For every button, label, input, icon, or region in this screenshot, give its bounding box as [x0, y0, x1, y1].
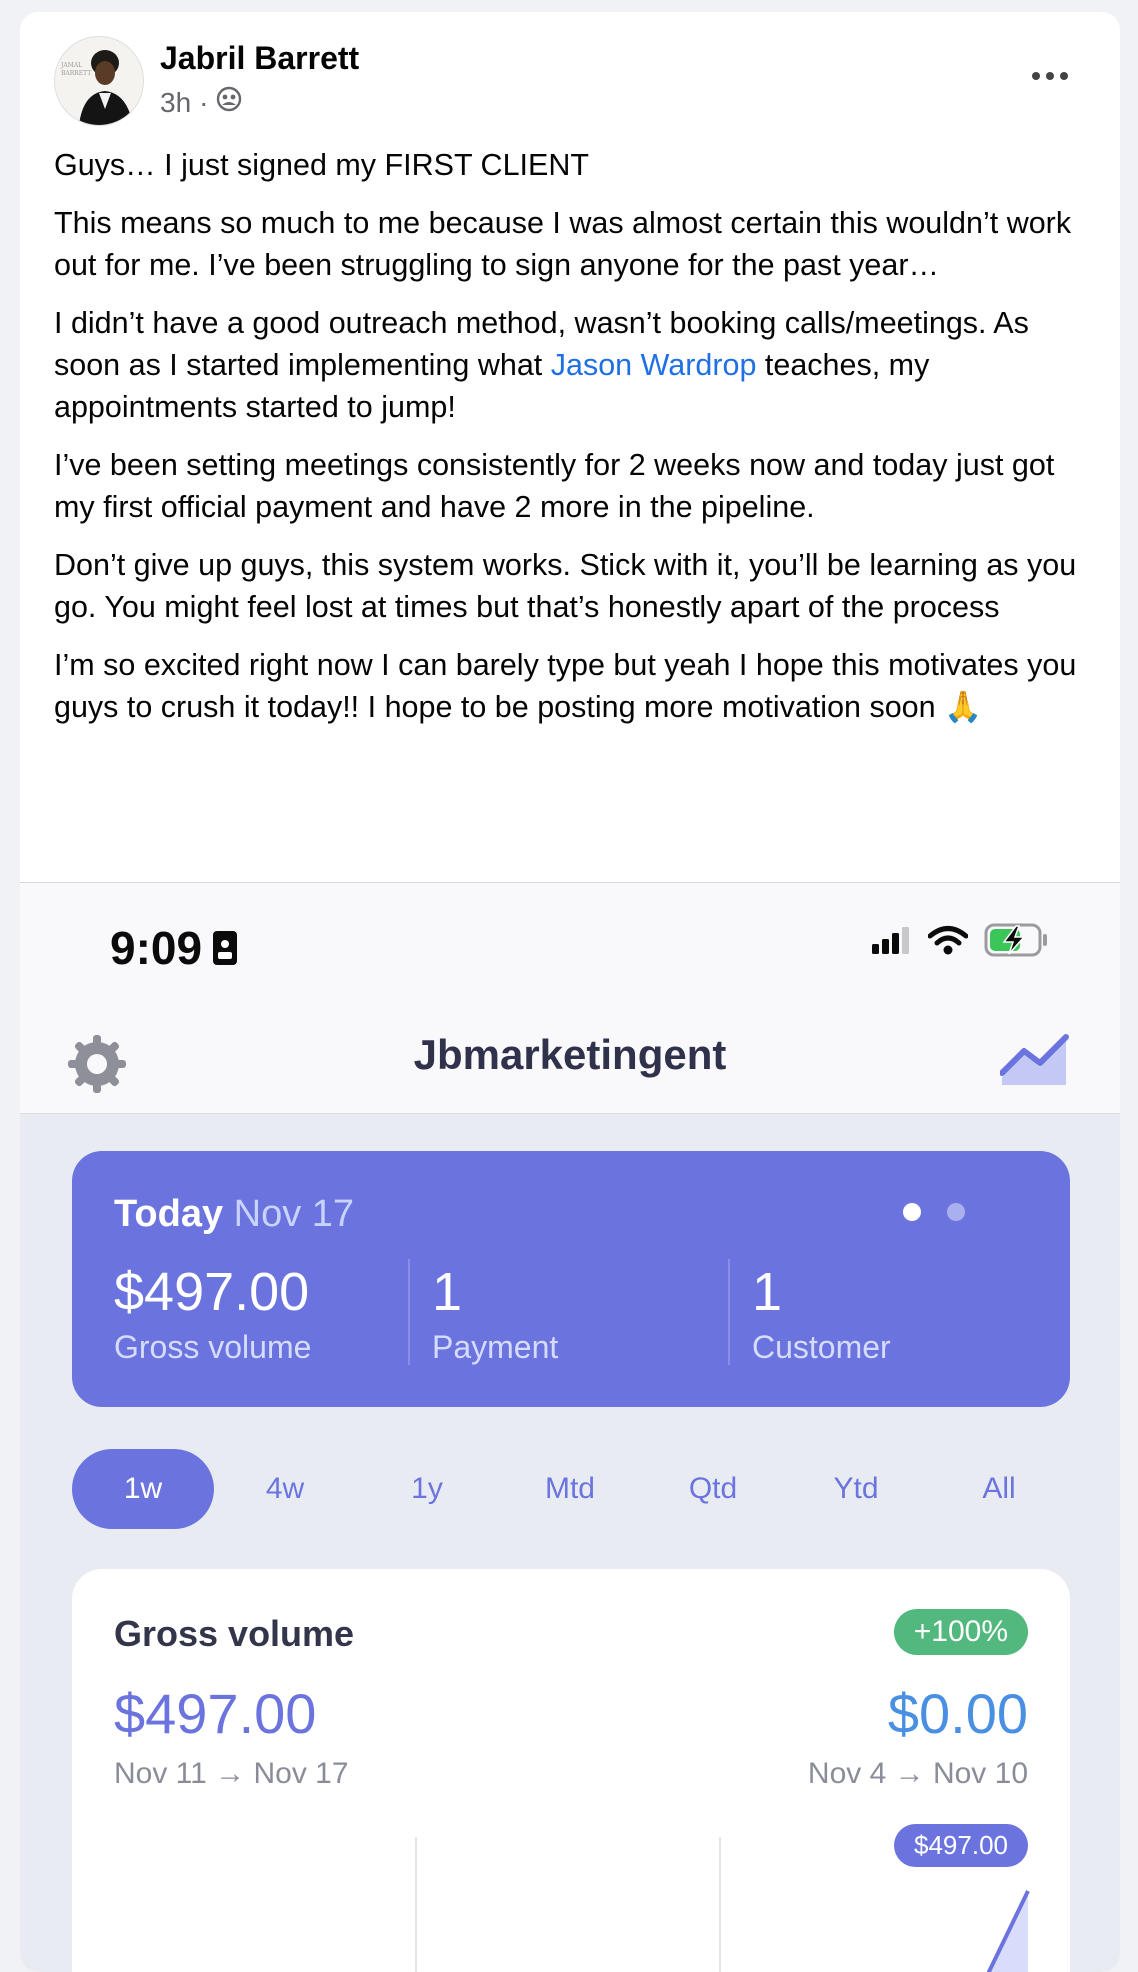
payments-stat: 1 Payment — [432, 1262, 559, 1365]
previous-range: Nov 4 → Nov 10 — [807, 1757, 1028, 1790]
group-privacy-icon — [216, 86, 242, 119]
range-1w[interactable]: 1w — [72, 1449, 214, 1529]
post-paragraph: I’ve been setting meetings consistently … — [54, 448, 1055, 524]
cellular-signal-icon — [872, 927, 909, 954]
post-meta: 3h · — [160, 86, 242, 119]
chart-tooltip: $497.00 — [894, 1824, 1028, 1867]
phone-header: 9:09 Jbmarketingent — [20, 883, 1120, 1114]
time-range-selector: 1w 4w 1y Mtd Qtd Ytd All — [72, 1449, 1070, 1529]
app-title: Jbmarketingent — [413, 1031, 727, 1078]
gross-volume-title: Gross volume — [114, 1613, 355, 1654]
today-header: Today Nov 17 — [114, 1193, 355, 1235]
gross-volume-card[interactable]: Gross volume +100% $497.00 Nov 11 → Nov … — [72, 1569, 1070, 1972]
svg-text:BARRETT: BARRETT — [61, 70, 91, 77]
battery-charging-icon — [984, 923, 1047, 957]
meta-separator: · — [199, 86, 209, 118]
phone-status-time: 9:09 — [110, 921, 238, 975]
page-indicator[interactable] — [903, 1203, 965, 1221]
gross-volume-stat: $497.00 Gross volume — [114, 1262, 312, 1365]
more-options-icon[interactable] — [1020, 58, 1080, 94]
range-all[interactable]: All — [928, 1449, 1070, 1529]
wifi-icon — [928, 926, 968, 955]
author-name[interactable]: Jabril Barrett — [160, 40, 359, 77]
avatar[interactable]: JAMAL BARRETT — [54, 36, 144, 126]
today-summary-card[interactable]: Today Nov 17 $497.00 Gross volume 1 Paym… — [72, 1151, 1070, 1407]
range-ytd[interactable]: Ytd — [785, 1449, 927, 1529]
post-paragraph: This means so much to me because I was a… — [54, 206, 1072, 282]
post-body: Guys… I just signed my FIRST CLIENT This… — [54, 144, 1094, 744]
previous-value: $0.00 — [887, 1682, 1028, 1745]
post-paragraph: I’m so excited right now I can barely ty… — [54, 648, 1077, 724]
customers-stat: 1 Customer — [752, 1262, 891, 1365]
range-mtd[interactable]: Mtd — [499, 1449, 641, 1529]
change-badge: +100% — [893, 1609, 1028, 1655]
status-icons — [872, 923, 1050, 957]
post-paragraph: Don’t give up guys, this system works. S… — [54, 548, 1077, 624]
svg-text:JAMAL: JAMAL — [60, 62, 82, 69]
current-range: Nov 11 → Nov 17 — [114, 1757, 349, 1790]
mention-link[interactable]: Jason Wardrop — [551, 348, 757, 382]
id-badge-icon — [213, 931, 238, 965]
post-card: JAMAL BARRETT Jabril Barrett 3h · Guys… … — [20, 12, 1120, 1972]
range-1y[interactable]: 1y — [356, 1449, 498, 1529]
attached-screenshot[interactable]: 9:09 Jbmarketingent Today Nov 17 $497.00… — [20, 882, 1120, 1972]
post-paragraph: I didn’t have a good outreach method, wa… — [54, 306, 1029, 424]
current-value: $497.00 — [114, 1682, 317, 1745]
post-paragraph: Guys… I just signed my FIRST CLIENT — [54, 148, 590, 182]
range-4w[interactable]: 4w — [214, 1449, 356, 1529]
trend-chart-icon[interactable] — [1000, 1033, 1070, 1089]
range-qtd[interactable]: Qtd — [642, 1449, 784, 1529]
post-time[interactable]: 3h — [160, 87, 191, 119]
